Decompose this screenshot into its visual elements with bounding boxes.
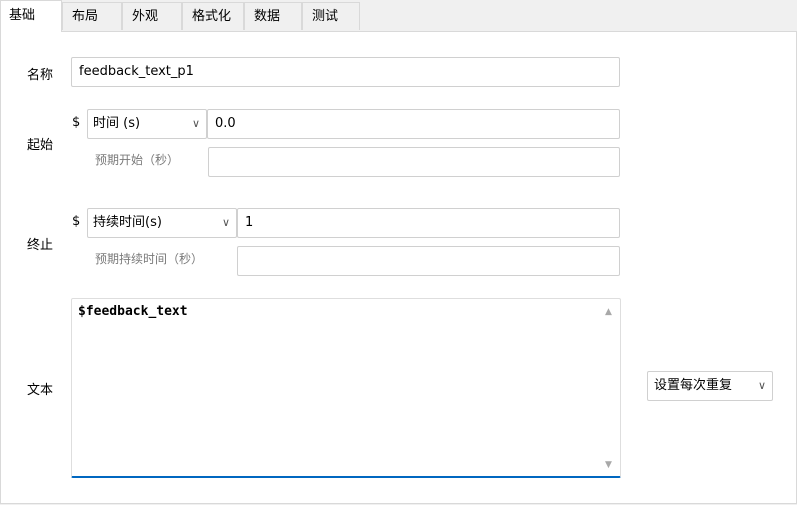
- tab-basic[interactable]: 基础: [0, 0, 62, 32]
- tab-bar: 基础 布局 外观 格式化 数据 测试: [0, 0, 797, 32]
- tab-appearance[interactable]: 外观: [122, 2, 182, 30]
- start-type-value: 时间 (s): [93, 116, 141, 131]
- stop-dollar-label: $: [72, 214, 81, 229]
- text-area[interactable]: $feedback_text ▲ ▼: [71, 298, 621, 478]
- tab-layout[interactable]: 布局: [62, 2, 122, 30]
- repeat-mode-select[interactable]: 设置每次重复 ∨: [647, 371, 773, 401]
- basic-panel: 名称 feedback_text_p1 起始 $ 时间 (s) ∨ 0.0 预期…: [0, 31, 797, 504]
- chevron-down-icon: ∨: [221, 216, 230, 229]
- text-label: 文本: [27, 383, 54, 398]
- stop-value-input[interactable]: 1: [237, 208, 620, 238]
- name-input[interactable]: feedback_text_p1: [71, 57, 620, 87]
- tab-data[interactable]: 数据: [244, 2, 302, 30]
- text-area-content: $feedback_text: [78, 304, 188, 319]
- stop-type-select[interactable]: 持续时间(s) ∨: [87, 208, 237, 238]
- stop-label: 终止: [27, 238, 54, 253]
- name-label: 名称: [27, 68, 54, 83]
- chevron-down-icon: ∨: [191, 117, 200, 130]
- repeat-mode-value: 设置每次重复: [654, 378, 733, 393]
- stop-expected-input[interactable]: [237, 246, 620, 276]
- tab-formatting[interactable]: 格式化: [182, 2, 244, 30]
- start-dollar-label: $: [72, 115, 81, 130]
- vertical-scrollbar[interactable]: ▲ ▼: [600, 299, 620, 476]
- scroll-up-arrow-icon[interactable]: ▲: [605, 307, 612, 317]
- chevron-down-icon: ∨: [757, 379, 766, 392]
- stop-type-value: 持续时间(s): [93, 215, 162, 230]
- start-label: 起始: [27, 138, 54, 153]
- start-value-input[interactable]: 0.0: [207, 109, 620, 139]
- start-expected-label: 预期开始（秒）: [95, 153, 180, 167]
- scroll-down-arrow-icon[interactable]: ▼: [605, 460, 612, 470]
- tab-testing[interactable]: 测试: [302, 2, 360, 30]
- start-expected-input[interactable]: [208, 147, 620, 177]
- stop-expected-label: 预期持续时间（秒）: [95, 252, 204, 266]
- start-type-select[interactable]: 时间 (s) ∨: [87, 109, 207, 139]
